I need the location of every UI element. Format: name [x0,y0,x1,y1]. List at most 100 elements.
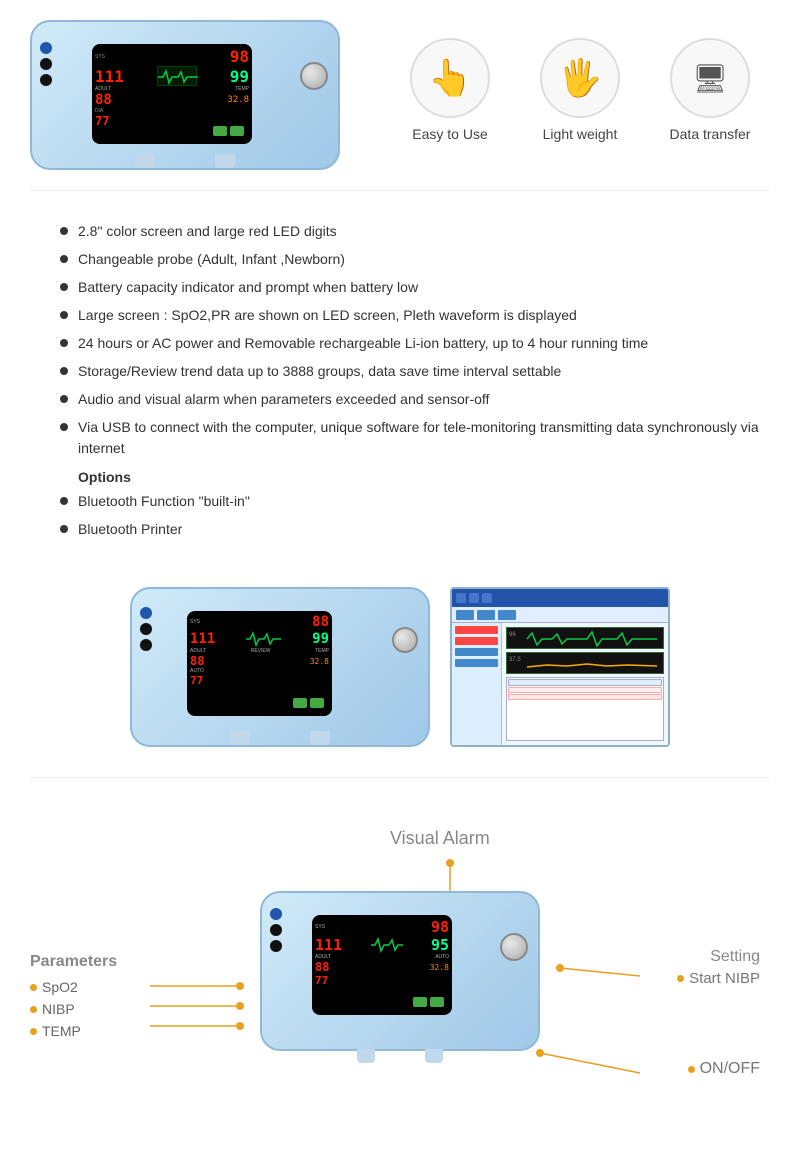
sw-table [506,677,664,741]
diag-nav-btns [413,997,444,1007]
mid-connector-blue [140,607,152,619]
spec-5: 24 hours or AC power and Removable recha… [60,333,760,354]
diag-screen-inner: SYS 98 111 95 ADULT AUTO [312,915,452,1015]
easy-to-use-icon: 👆 [410,38,490,118]
sw-chart-1: 96 [506,627,664,649]
diag-sys: 111 [315,936,342,954]
sw-sidebar-item-2 [455,637,498,645]
sw-content: 96 37.5 [452,623,668,745]
screen-sys-label: SYS [95,54,105,60]
stand-leg-right [215,154,235,168]
mid-dia: 77 [190,674,203,687]
diagram-container: Visual Alarm Parameters SpO2 NIBP TEMP [20,818,780,1108]
feature-light-weight: 🖐 Light weight [530,38,630,142]
svg-text:96: 96 [509,632,516,638]
option-text-1: Bluetooth Function "built-in" [78,491,250,512]
spec-text-2: Changeable probe (Adult, Infant ,Newborn… [78,249,345,270]
spec-text-3: Battery capacity indicator and prompt wh… [78,277,418,298]
bullet-3 [60,283,68,291]
diag-conn-black2 [270,940,282,952]
sw-titlebar [452,589,668,607]
sw-sidebar-item-1 [455,626,498,634]
params-title: Parameters [30,953,117,971]
spec-text-7: Audio and visual alarm when parameters e… [78,389,489,410]
bullet-opt-1 [60,497,68,505]
mid-nav-2 [310,698,324,708]
mid-temp-val: 32.8 [310,657,329,666]
top-section: SYS 98 111 99 ADULT TEM [0,0,800,180]
param-spo2: SpO2 [30,979,117,995]
mid-device: SYS 88 111 99 ADULT REVIEW TEMP 88 [130,587,430,747]
diag-stand [357,1049,443,1063]
stand-leg-left [135,154,155,168]
bullet-opt-2 [60,525,68,533]
param-nibp-text: NIBP [42,1001,75,1017]
device-image-top: SYS 98 111 99 ADULT TEM [30,20,370,170]
param-spo2-dot [30,984,37,991]
bullet-4 [60,311,68,319]
mid-sys: 111 [190,631,215,647]
right-knob [300,62,328,90]
features-section: 👆 Easy to Use 🖐 Light weight 🖥 Data tran… [390,38,770,152]
middle-images-section: SYS 88 111 99 ADULT REVIEW TEMP 88 [0,567,800,767]
on-off-label: ON/OFF [688,1060,760,1078]
spec-8: Via USB to connect with the computer, un… [60,417,760,459]
mid-sys-label: SYS [190,619,200,625]
diag-stand-right [425,1049,443,1063]
sw-table-header [508,679,662,686]
mid-pleth [246,630,281,648]
screen-sys-val: 111 [95,67,124,86]
bullet-5 [60,339,68,347]
spec-3: Battery capacity indicator and prompt wh… [60,277,760,298]
spec-2: Changeable probe (Adult, Infant ,Newborn… [60,249,760,270]
parameters-label: Parameters SpO2 NIBP TEMP [30,953,117,1039]
spec-7: Audio and visual alarm when parameters e… [60,389,760,410]
mid-stand [230,731,330,745]
divider-2 [30,777,770,778]
sw-chart-2: 37.5 [506,652,664,674]
diag-right-knob [500,933,528,961]
nav-btn-2 [230,126,244,136]
icons-row: 👆 Easy to Use 🖐 Light weight 🖥 Data tran… [390,38,770,142]
diag-nav-1 [413,997,427,1007]
diagram-device: SYS 98 111 95 ADULT AUTO [260,891,540,1051]
data-transfer-icon: 🖥 [670,38,750,118]
screen-map-val: 88 [95,92,112,108]
feature-data-transfer: 🖥 Data transfer [660,38,760,142]
screen-spo2-val: 98 [230,47,249,66]
screen-temp-val: 32.8 [227,95,249,105]
start-nibp-row: Start NIBP [677,970,760,987]
sw-btn-2 [469,593,479,603]
nav-btn-1 [213,126,227,136]
bullet-6 [60,367,68,375]
light-weight-icon: 🖐 [540,38,620,118]
nav-buttons [213,126,244,136]
spec-text-4: Large screen : SpO2,PR are shown on LED … [78,305,577,326]
sw-toolbar-btn-2 [477,610,495,620]
mid-left-connectors [140,607,152,651]
diag-conn-black [270,924,282,936]
diag-sys-lbl: SYS [315,924,325,930]
setting-nibp-label: Setting Start NIBP [677,948,760,987]
spec-6: Storage/Review trend data up to 3888 gro… [60,361,760,382]
visual-alarm-label: Visual Alarm [390,828,490,849]
sw-sidebar-item-4 [455,659,498,667]
mid-right-knob [392,627,418,653]
pleth-wave [158,67,198,87]
sw-table-row-3 [508,701,662,707]
option-text-2: Bluetooth Printer [78,519,182,540]
start-nibp-dot [677,975,684,982]
diag-stand-left [357,1049,375,1063]
options-heading: Options [78,469,760,485]
diag-pr: 95 [431,936,449,954]
diag-nav-2 [430,997,444,1007]
screen-dia-val: 77 [95,114,109,128]
diagram-section: Visual Alarm Parameters SpO2 NIBP TEMP [0,788,800,1128]
on-off-text: ON/OFF [700,1060,760,1078]
svg-text:37.5: 37.5 [509,657,521,663]
mid-map: 88 [190,654,204,668]
easy-to-use-label: Easy to Use [412,126,487,142]
bullet-7 [60,395,68,403]
mid-nav-btns [293,698,324,708]
sw-table-row-1 [508,687,662,693]
